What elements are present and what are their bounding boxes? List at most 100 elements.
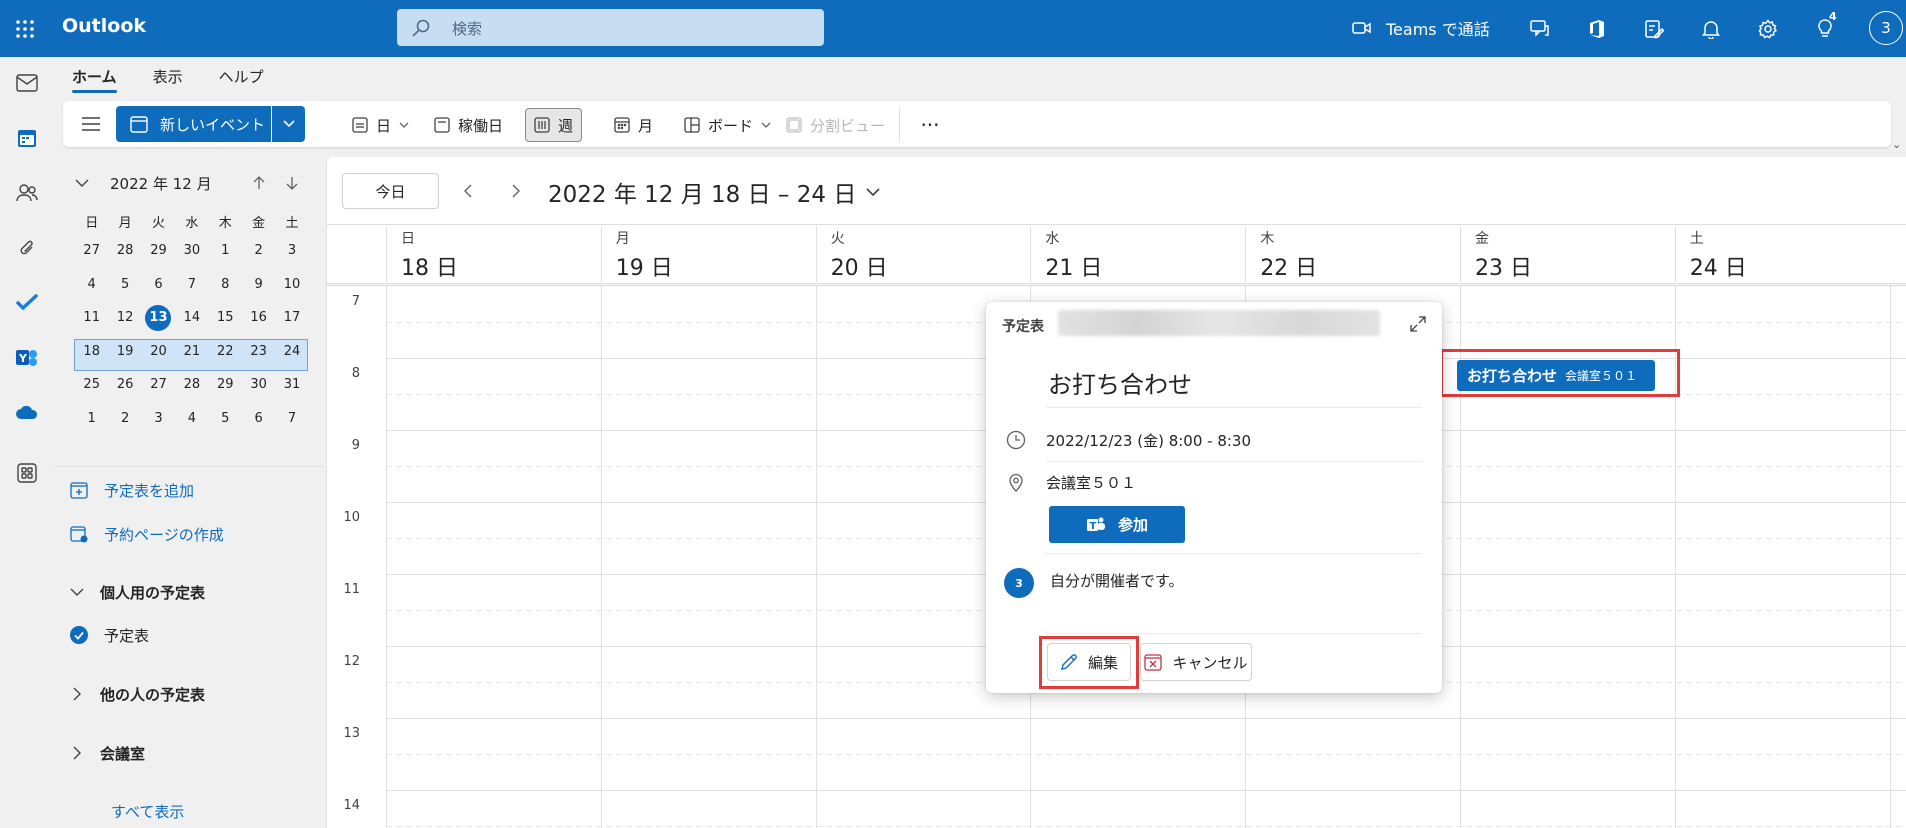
minical-day[interactable]: 22 bbox=[209, 344, 242, 359]
minical-day[interactable]: 11 bbox=[75, 310, 108, 325]
week-view-button[interactable]: 週 bbox=[525, 108, 583, 142]
minical-day[interactable]: 1 bbox=[209, 243, 242, 258]
previous-week-button[interactable] bbox=[455, 177, 481, 205]
minical-day[interactable]: 25 bbox=[75, 377, 108, 392]
minical-day[interactable]: 26 bbox=[108, 377, 141, 392]
minical-day[interactable]: 7 bbox=[275, 411, 308, 426]
day-column-header[interactable]: 金 23 日 bbox=[1460, 226, 1675, 282]
minical-day[interactable]: 28 bbox=[175, 377, 208, 392]
tab-home[interactable]: ホーム bbox=[54, 57, 135, 93]
my-calendars-group[interactable]: 個人用の予定表 bbox=[70, 578, 205, 606]
minical-day[interactable]: 15 bbox=[209, 310, 242, 325]
minical-day[interactable]: 6 bbox=[242, 411, 275, 426]
tab-view[interactable]: 表示 bbox=[135, 57, 201, 93]
teams-call-button[interactable]: Teams で通話 bbox=[1352, 14, 1490, 42]
day-view-button[interactable]: 日 bbox=[344, 108, 417, 142]
minical-day[interactable]: 6 bbox=[142, 277, 175, 292]
new-event-dropdown[interactable] bbox=[272, 106, 305, 142]
show-all-link[interactable]: すべて表示 bbox=[111, 797, 184, 825]
split-view-button[interactable]: 分割ビュー bbox=[778, 108, 893, 142]
month-view-button[interactable]: 月 bbox=[606, 108, 661, 142]
gear-icon[interactable] bbox=[1751, 12, 1785, 46]
day-column-header[interactable]: 火 20 日 bbox=[815, 226, 1031, 282]
minical-day[interactable]: 20 bbox=[142, 344, 175, 359]
app-title[interactable]: Outlook bbox=[62, 15, 146, 37]
minical-day[interactable]: 3 bbox=[275, 243, 308, 258]
day-column-header[interactable]: 月 19 日 bbox=[600, 226, 816, 282]
new-event-button[interactable]: 新しいイベント bbox=[116, 106, 271, 142]
minical-day[interactable]: 3 bbox=[142, 411, 175, 426]
app-launcher-icon[interactable] bbox=[8, 12, 42, 46]
board-view-button[interactable]: ボード bbox=[676, 108, 779, 142]
minical-day[interactable]: 2 bbox=[242, 243, 275, 258]
minical-day[interactable]: 24 bbox=[275, 344, 308, 359]
office-icon[interactable] bbox=[1580, 12, 1614, 46]
next-week-button[interactable] bbox=[503, 177, 529, 205]
arrow-down-icon[interactable] bbox=[280, 171, 304, 195]
minical-day[interactable]: 18 bbox=[75, 344, 108, 359]
minical-day[interactable]: 29 bbox=[209, 377, 242, 392]
add-calendar-link[interactable]: 予定表を追加 bbox=[70, 476, 194, 504]
onedrive-icon[interactable] bbox=[10, 396, 44, 430]
expand-icon[interactable] bbox=[1406, 312, 1430, 336]
minical-day[interactable]: 10 bbox=[275, 277, 308, 292]
edit-button[interactable]: 編集 bbox=[1047, 643, 1131, 681]
minical-day[interactable]: 7 bbox=[175, 277, 208, 292]
minical-day[interactable]: 12 bbox=[108, 310, 141, 325]
account-avatar[interactable]: 3 bbox=[1869, 11, 1903, 45]
calendar-event[interactable]: お打ち合わせ 会議室５０１ bbox=[1457, 360, 1655, 391]
others-calendars-group[interactable]: 他の人の予定表 bbox=[70, 680, 205, 708]
minical-day[interactable]: 27 bbox=[75, 243, 108, 258]
minical-day[interactable]: 9 bbox=[242, 277, 275, 292]
minical-day[interactable]: 4 bbox=[175, 411, 208, 426]
minical-day[interactable]: 21 bbox=[175, 344, 208, 359]
join-meeting-button[interactable]: T 参加 bbox=[1049, 506, 1185, 543]
tab-help[interactable]: ヘルプ bbox=[201, 57, 282, 93]
today-button[interactable]: 今日 bbox=[342, 173, 439, 209]
day-column-header[interactable]: 木 22 日 bbox=[1245, 226, 1460, 282]
minical-day[interactable]: 19 bbox=[108, 344, 141, 359]
chat-icon[interactable] bbox=[1523, 12, 1557, 46]
search-box[interactable]: 検索 bbox=[397, 9, 824, 46]
mail-icon[interactable] bbox=[10, 66, 44, 100]
bell-icon[interactable] bbox=[1694, 12, 1728, 46]
minical-day[interactable]: 8 bbox=[209, 277, 242, 292]
minical-day[interactable]: 1 bbox=[75, 411, 108, 426]
notes-icon[interactable] bbox=[1637, 12, 1671, 46]
cancel-event-button[interactable]: キャンセル bbox=[1140, 643, 1252, 681]
ribbon-expand-icon[interactable]: ⌄ bbox=[1892, 138, 1901, 151]
people-icon[interactable] bbox=[10, 176, 44, 210]
more-apps-icon[interactable] bbox=[10, 456, 44, 490]
minical-day[interactable]: 29 bbox=[142, 243, 175, 258]
calendar-item[interactable]: 予定表 bbox=[70, 621, 149, 649]
minical-day[interactable]: 28 bbox=[108, 243, 141, 258]
day-column-header[interactable]: 日 18 日 bbox=[386, 226, 601, 282]
minical-day[interactable]: 16 bbox=[242, 310, 275, 325]
minical-day[interactable]: 13 bbox=[142, 304, 175, 331]
minical-day[interactable]: 30 bbox=[175, 243, 208, 258]
workweek-view-button[interactable]: 稼働日 bbox=[426, 108, 511, 142]
yammer-icon[interactable]: Y bbox=[10, 341, 44, 375]
hamburger-menu-icon[interactable] bbox=[78, 111, 104, 137]
minical-day[interactable]: 2 bbox=[108, 411, 141, 426]
collapse-chevron-icon[interactable] bbox=[70, 171, 94, 195]
more-options-button[interactable]: ··· bbox=[915, 110, 945, 140]
minical-day[interactable]: 5 bbox=[108, 277, 141, 292]
day-column-header[interactable]: 土 24 日 bbox=[1674, 226, 1890, 282]
minical-day[interactable]: 23 bbox=[242, 344, 275, 359]
todo-icon[interactable] bbox=[10, 286, 44, 320]
booking-page-link[interactable]: 予約ページの作成 bbox=[70, 520, 224, 548]
minical-day[interactable]: 30 bbox=[242, 377, 275, 392]
minical-day[interactable]: 27 bbox=[142, 377, 175, 392]
calendar-icon[interactable] bbox=[10, 121, 44, 155]
minical-day[interactable]: 17 bbox=[275, 310, 308, 325]
day-column-header[interactable]: 水 21 日 bbox=[1030, 226, 1245, 282]
minical-day[interactable]: 4 bbox=[75, 277, 108, 292]
minical-day[interactable]: 31 bbox=[275, 377, 308, 392]
arrow-up-icon[interactable] bbox=[247, 171, 271, 195]
date-range-picker[interactable]: 2022 年 12 月 18 日 – 24 日 bbox=[548, 175, 880, 209]
rooms-group[interactable]: 会議室 bbox=[70, 739, 145, 767]
paperclip-icon[interactable] bbox=[10, 231, 44, 265]
minical-day[interactable]: 14 bbox=[175, 310, 208, 325]
minical-day[interactable]: 5 bbox=[209, 411, 242, 426]
